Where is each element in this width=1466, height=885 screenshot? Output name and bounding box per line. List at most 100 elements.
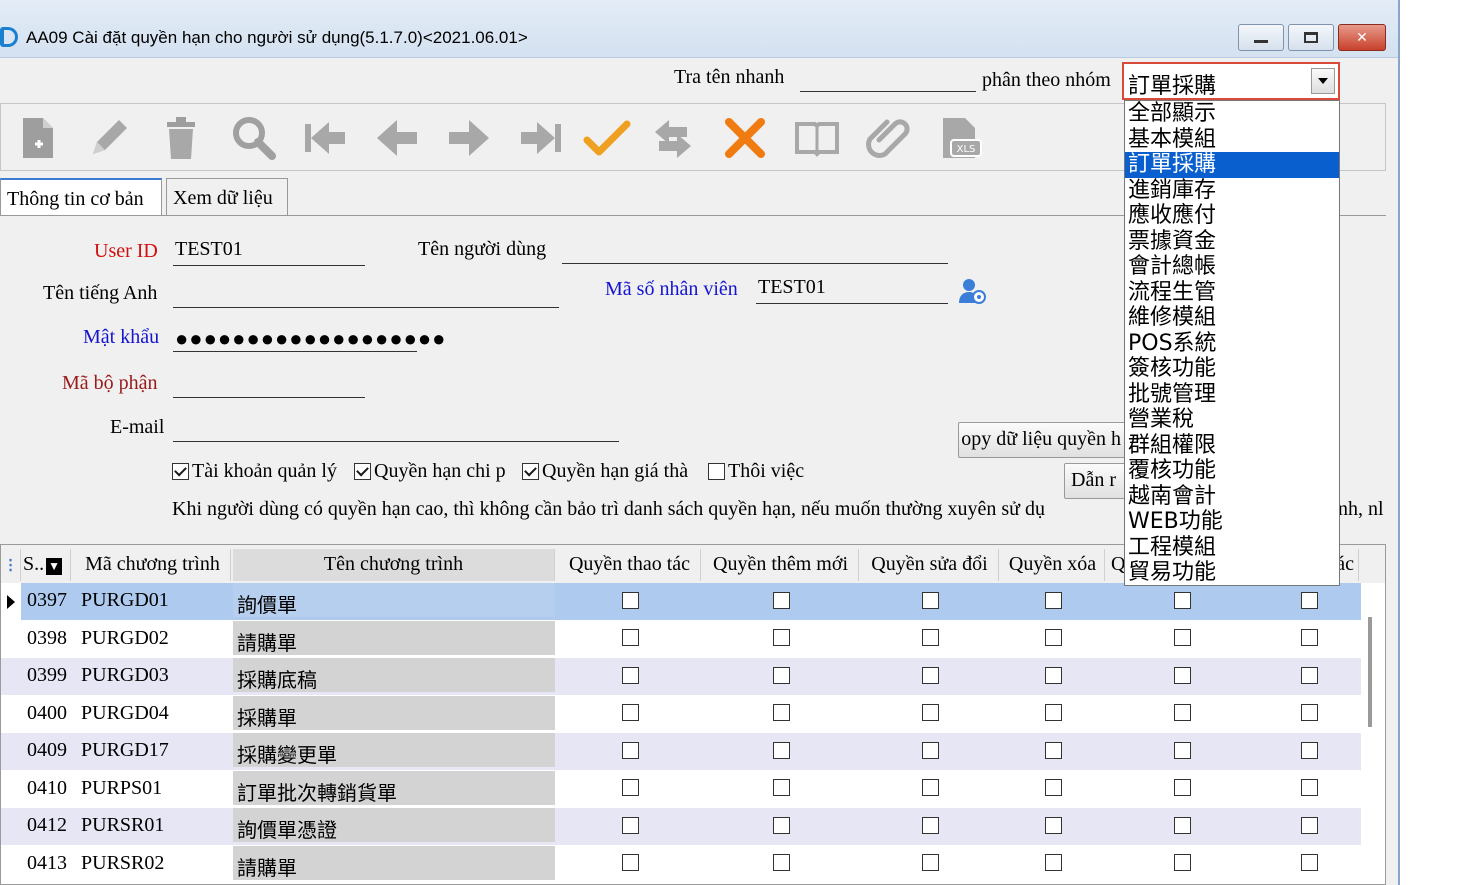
export-xls-button[interactable]: XLS	[935, 112, 987, 164]
resigned-check[interactable]	[708, 463, 725, 480]
search-button[interactable]	[227, 112, 279, 164]
group-option[interactable]: 維修模組	[1125, 305, 1339, 331]
tab-view-data[interactable]: Xem dữ liệu	[166, 178, 288, 216]
group-option[interactable]: 流程生管	[1125, 280, 1339, 306]
table-row[interactable]: 0400 PURGD04 採購單	[1, 695, 1361, 733]
table-row[interactable]: 0413 PURSR02 請購單	[1, 845, 1361, 883]
permission-checkbox[interactable]	[772, 666, 790, 684]
permission-checkbox[interactable]	[772, 629, 790, 646]
grid-header-add[interactable]: Quyền thêm mới	[703, 549, 859, 581]
group-option[interactable]: 覆核功能	[1125, 458, 1339, 484]
first-record-button[interactable]	[299, 112, 351, 164]
user-name-field[interactable]	[562, 236, 948, 264]
copy-permissions-button[interactable]: opy dữ liệu quyền h	[958, 422, 1128, 458]
permission-checkbox[interactable]	[621, 666, 639, 684]
group-filter-select[interactable]: 訂單採購	[1122, 62, 1340, 100]
password-field[interactable]: ●●●●●●●●●●●●●●●●●●●	[173, 324, 445, 352]
permission-checkbox[interactable]	[1044, 629, 1062, 646]
permission-checkbox[interactable]	[772, 591, 790, 609]
permission-checkbox[interactable]	[772, 779, 790, 796]
grid-options-icon[interactable]: ⁝	[1, 549, 21, 581]
admin-account-checkbox[interactable]: Tài khoản quản lý	[172, 460, 354, 483]
close-button[interactable]: ✕	[1338, 24, 1386, 51]
prev-record-button[interactable]	[371, 112, 423, 164]
group-option[interactable]: 批號管理	[1125, 382, 1339, 408]
permission-checkbox[interactable]	[1044, 816, 1062, 834]
book-button[interactable]	[791, 112, 843, 164]
permission-checkbox[interactable]	[621, 854, 639, 871]
permission-checkbox[interactable]	[921, 854, 939, 871]
permission-checkbox[interactable]	[772, 854, 790, 871]
permission-checkbox[interactable]	[1044, 779, 1062, 796]
permission-checkbox[interactable]	[1173, 666, 1191, 684]
table-row[interactable]: 0397 PURGD01 詢價單	[1, 583, 1361, 620]
grid-header-no[interactable]: S.. ▼	[21, 549, 71, 581]
permission-checkbox[interactable]	[1300, 591, 1318, 609]
permission-checkbox[interactable]	[621, 816, 639, 834]
permission-checkbox[interactable]	[1300, 704, 1318, 721]
confirm-button[interactable]	[581, 112, 633, 164]
employee-no-field[interactable]: TEST01	[756, 276, 948, 304]
group-option[interactable]: WEB功能	[1125, 509, 1339, 535]
grid-header-edit[interactable]: Quyền sửa đổi	[861, 549, 999, 581]
user-id-field[interactable]: TEST01	[173, 238, 365, 266]
group-option[interactable]: 貿易功能	[1125, 560, 1339, 585]
permission-checkbox[interactable]	[921, 591, 939, 609]
scrollbar-thumb[interactable]	[1368, 617, 1372, 727]
cancel-button[interactable]	[719, 112, 771, 164]
permission-checkbox[interactable]	[921, 779, 939, 796]
permission-checkbox[interactable]	[1173, 629, 1191, 646]
group-option[interactable]: POS系統	[1125, 331, 1339, 357]
next-record-button[interactable]	[443, 112, 495, 164]
tab-basic-info[interactable]: Thông tin cơ bản	[0, 178, 162, 216]
permission-checkbox[interactable]	[1173, 741, 1191, 759]
table-row[interactable]: 0399 PURGD03 採購底稿	[1, 658, 1361, 695]
permission-checkbox[interactable]	[621, 779, 639, 796]
import-button[interactable]: Dẫn r	[1064, 463, 1128, 499]
delete-button[interactable]	[155, 112, 207, 164]
group-option[interactable]: 會計總帳	[1125, 254, 1339, 280]
permission-checkbox[interactable]	[1044, 854, 1062, 871]
expense-permission-checkbox[interactable]: Quyền hạn chi p	[354, 460, 522, 483]
admin-account-check[interactable]	[172, 463, 189, 480]
group-option[interactable]: 越南會計	[1125, 484, 1339, 510]
english-name-field[interactable]	[173, 280, 559, 308]
permission-checkbox[interactable]	[921, 816, 939, 834]
permission-checkbox[interactable]	[1173, 854, 1191, 871]
permission-checkbox[interactable]	[1173, 816, 1191, 834]
grid-header-code[interactable]: Mã chương trình	[75, 549, 231, 581]
grid-scrollbar[interactable]	[1365, 587, 1377, 884]
refresh-button[interactable]	[647, 112, 699, 164]
group-option[interactable]: 群組權限	[1125, 433, 1339, 459]
permission-checkbox[interactable]	[921, 741, 939, 759]
permission-checkbox[interactable]	[1300, 854, 1318, 871]
table-row[interactable]: 0398 PURGD02 請購單	[1, 620, 1361, 658]
grid-header-name[interactable]: Tên chương trình	[233, 549, 555, 581]
expense-permission-check[interactable]	[354, 463, 371, 480]
permission-checkbox[interactable]	[1044, 591, 1062, 609]
group-option[interactable]: 票據資金	[1125, 229, 1339, 255]
permission-checkbox[interactable]	[921, 666, 939, 684]
minimize-button[interactable]	[1238, 24, 1284, 51]
department-field[interactable]	[173, 370, 365, 398]
permission-checkbox[interactable]	[921, 704, 939, 721]
last-record-button[interactable]	[515, 112, 567, 164]
permission-checkbox[interactable]	[1173, 704, 1191, 721]
group-option[interactable]: 進銷庫存	[1125, 178, 1339, 204]
group-option[interactable]: 基本模組	[1125, 127, 1339, 153]
permission-checkbox[interactable]	[1300, 629, 1318, 646]
table-row[interactable]: 0410 PURPS01 訂單批次轉銷貨單	[1, 770, 1361, 808]
permission-checkbox[interactable]	[1173, 591, 1191, 609]
permission-checkbox[interactable]	[621, 629, 639, 646]
permission-checkbox[interactable]	[772, 704, 790, 721]
permission-checkbox[interactable]	[1044, 666, 1062, 684]
permission-checkbox[interactable]	[621, 704, 639, 721]
permission-checkbox[interactable]	[1044, 741, 1062, 759]
maximize-button[interactable]	[1288, 24, 1334, 51]
edit-button[interactable]	[83, 112, 135, 164]
group-option[interactable]: 訂單採購	[1125, 152, 1339, 178]
email-field[interactable]	[173, 414, 619, 442]
permission-checkbox[interactable]	[1300, 816, 1318, 834]
table-row[interactable]: 0412 PURSR01 詢價單憑證	[1, 808, 1361, 845]
new-button[interactable]	[11, 112, 63, 164]
